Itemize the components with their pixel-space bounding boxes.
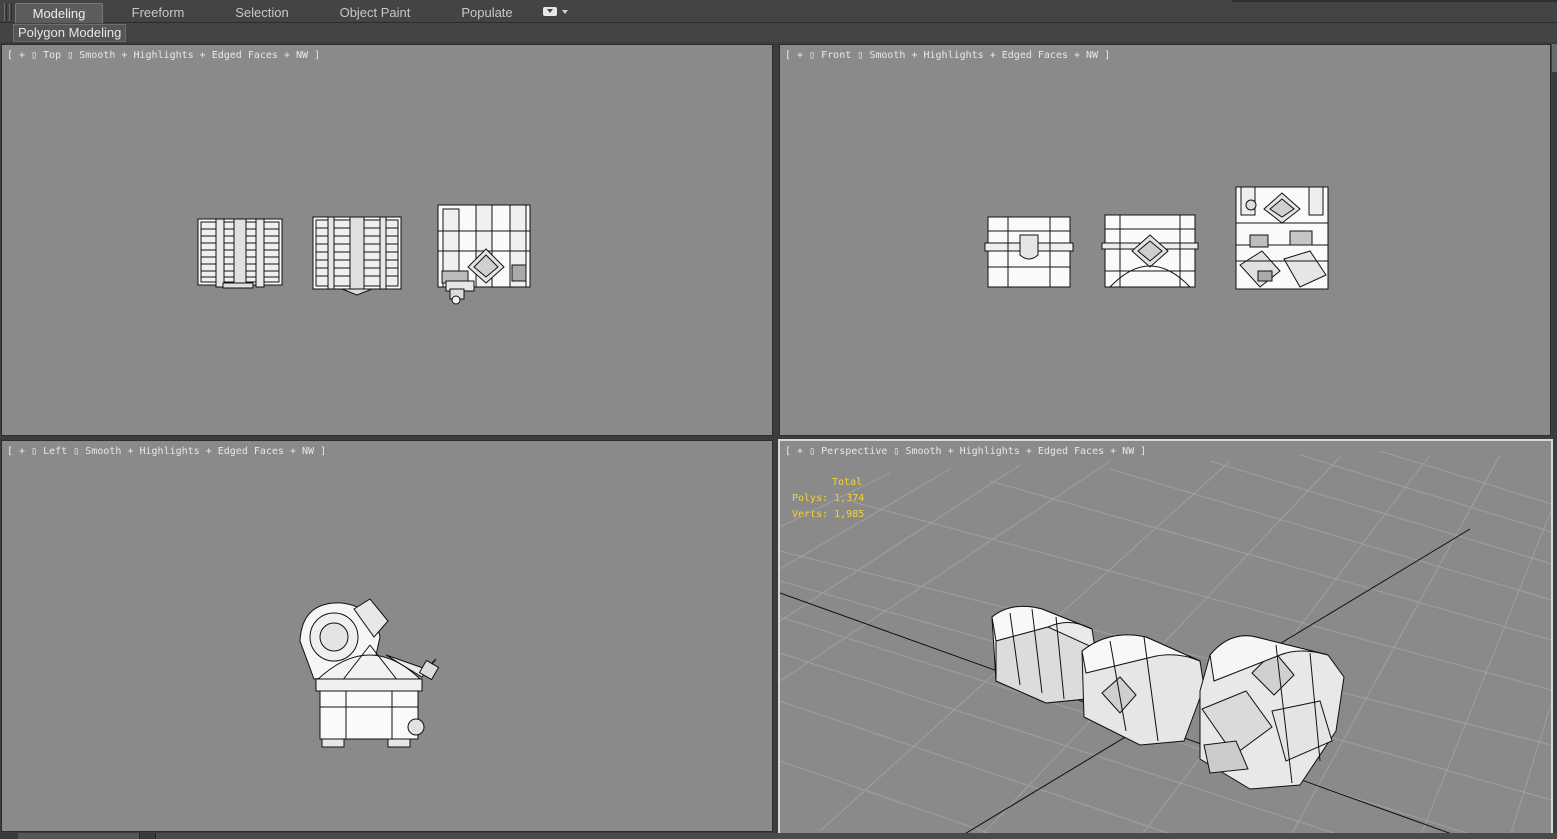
chest-model-medium[interactable] <box>1101 214 1199 288</box>
viewport-front[interactable]: [ + ▯ Front ▯ Smooth + Highlights + Edge… <box>779 44 1551 436</box>
tab-object-paint[interactable]: Object Paint <box>330 3 420 23</box>
tab-populate[interactable]: Populate <box>446 3 528 23</box>
front-view-scene <box>984 186 1329 290</box>
top-view-scene <box>197 204 531 305</box>
viewport-left[interactable]: [ + ▯ Left ▯ Smooth + Highlights + Edged… <box>1 440 773 832</box>
status-segment[interactable] <box>18 833 140 839</box>
ribbon-tab-bar: Modeling Freeform Selection Object Paint… <box>0 0 1557 23</box>
viewport-top[interactable]: [ + ▯ Top ▯ Smooth + Highlights + Edged … <box>1 44 773 436</box>
toolbar-grip-secondary[interactable] <box>9 3 12 21</box>
chest-model-side[interactable] <box>299 598 440 748</box>
viewport-perspective[interactable]: [ + ▯ Perspective ▯ Smooth + Highlights … <box>778 439 1553 835</box>
viewport-area: [ + ▯ Top ▯ Smooth + Highlights + Edged … <box>0 42 1557 839</box>
ribbon-options-button[interactable] <box>543 6 569 18</box>
status-bar <box>0 833 1557 839</box>
home-grid <box>780 450 1551 833</box>
chest-models-perspective[interactable] <box>991 605 1345 790</box>
chest-model-treasure[interactable] <box>437 204 531 305</box>
dropdown-toggle-icon <box>543 7 557 16</box>
tab-modeling[interactable]: Modeling <box>15 3 103 23</box>
chest-model-medium[interactable] <box>312 216 402 296</box>
tab-freeform[interactable]: Freeform <box>116 3 200 23</box>
tab-selection[interactable]: Selection <box>220 3 304 23</box>
left-view-scene <box>299 598 440 748</box>
chest-model-small[interactable] <box>984 216 1074 288</box>
toolbar-grip[interactable] <box>4 3 7 21</box>
chest-model-treasure[interactable] <box>1235 186 1329 290</box>
chevron-down-icon <box>562 10 568 14</box>
divider <box>1232 0 1557 2</box>
scrollbar-thumb[interactable] <box>1552 44 1557 72</box>
status-segment-wide <box>155 833 1557 839</box>
panel-polygon-modeling[interactable]: Polygon Modeling <box>13 24 127 42</box>
chest-model-small[interactable] <box>197 218 283 289</box>
ribbon-panel: Polygon Modeling <box>0 23 1557 42</box>
perspective-scene <box>780 450 1551 833</box>
